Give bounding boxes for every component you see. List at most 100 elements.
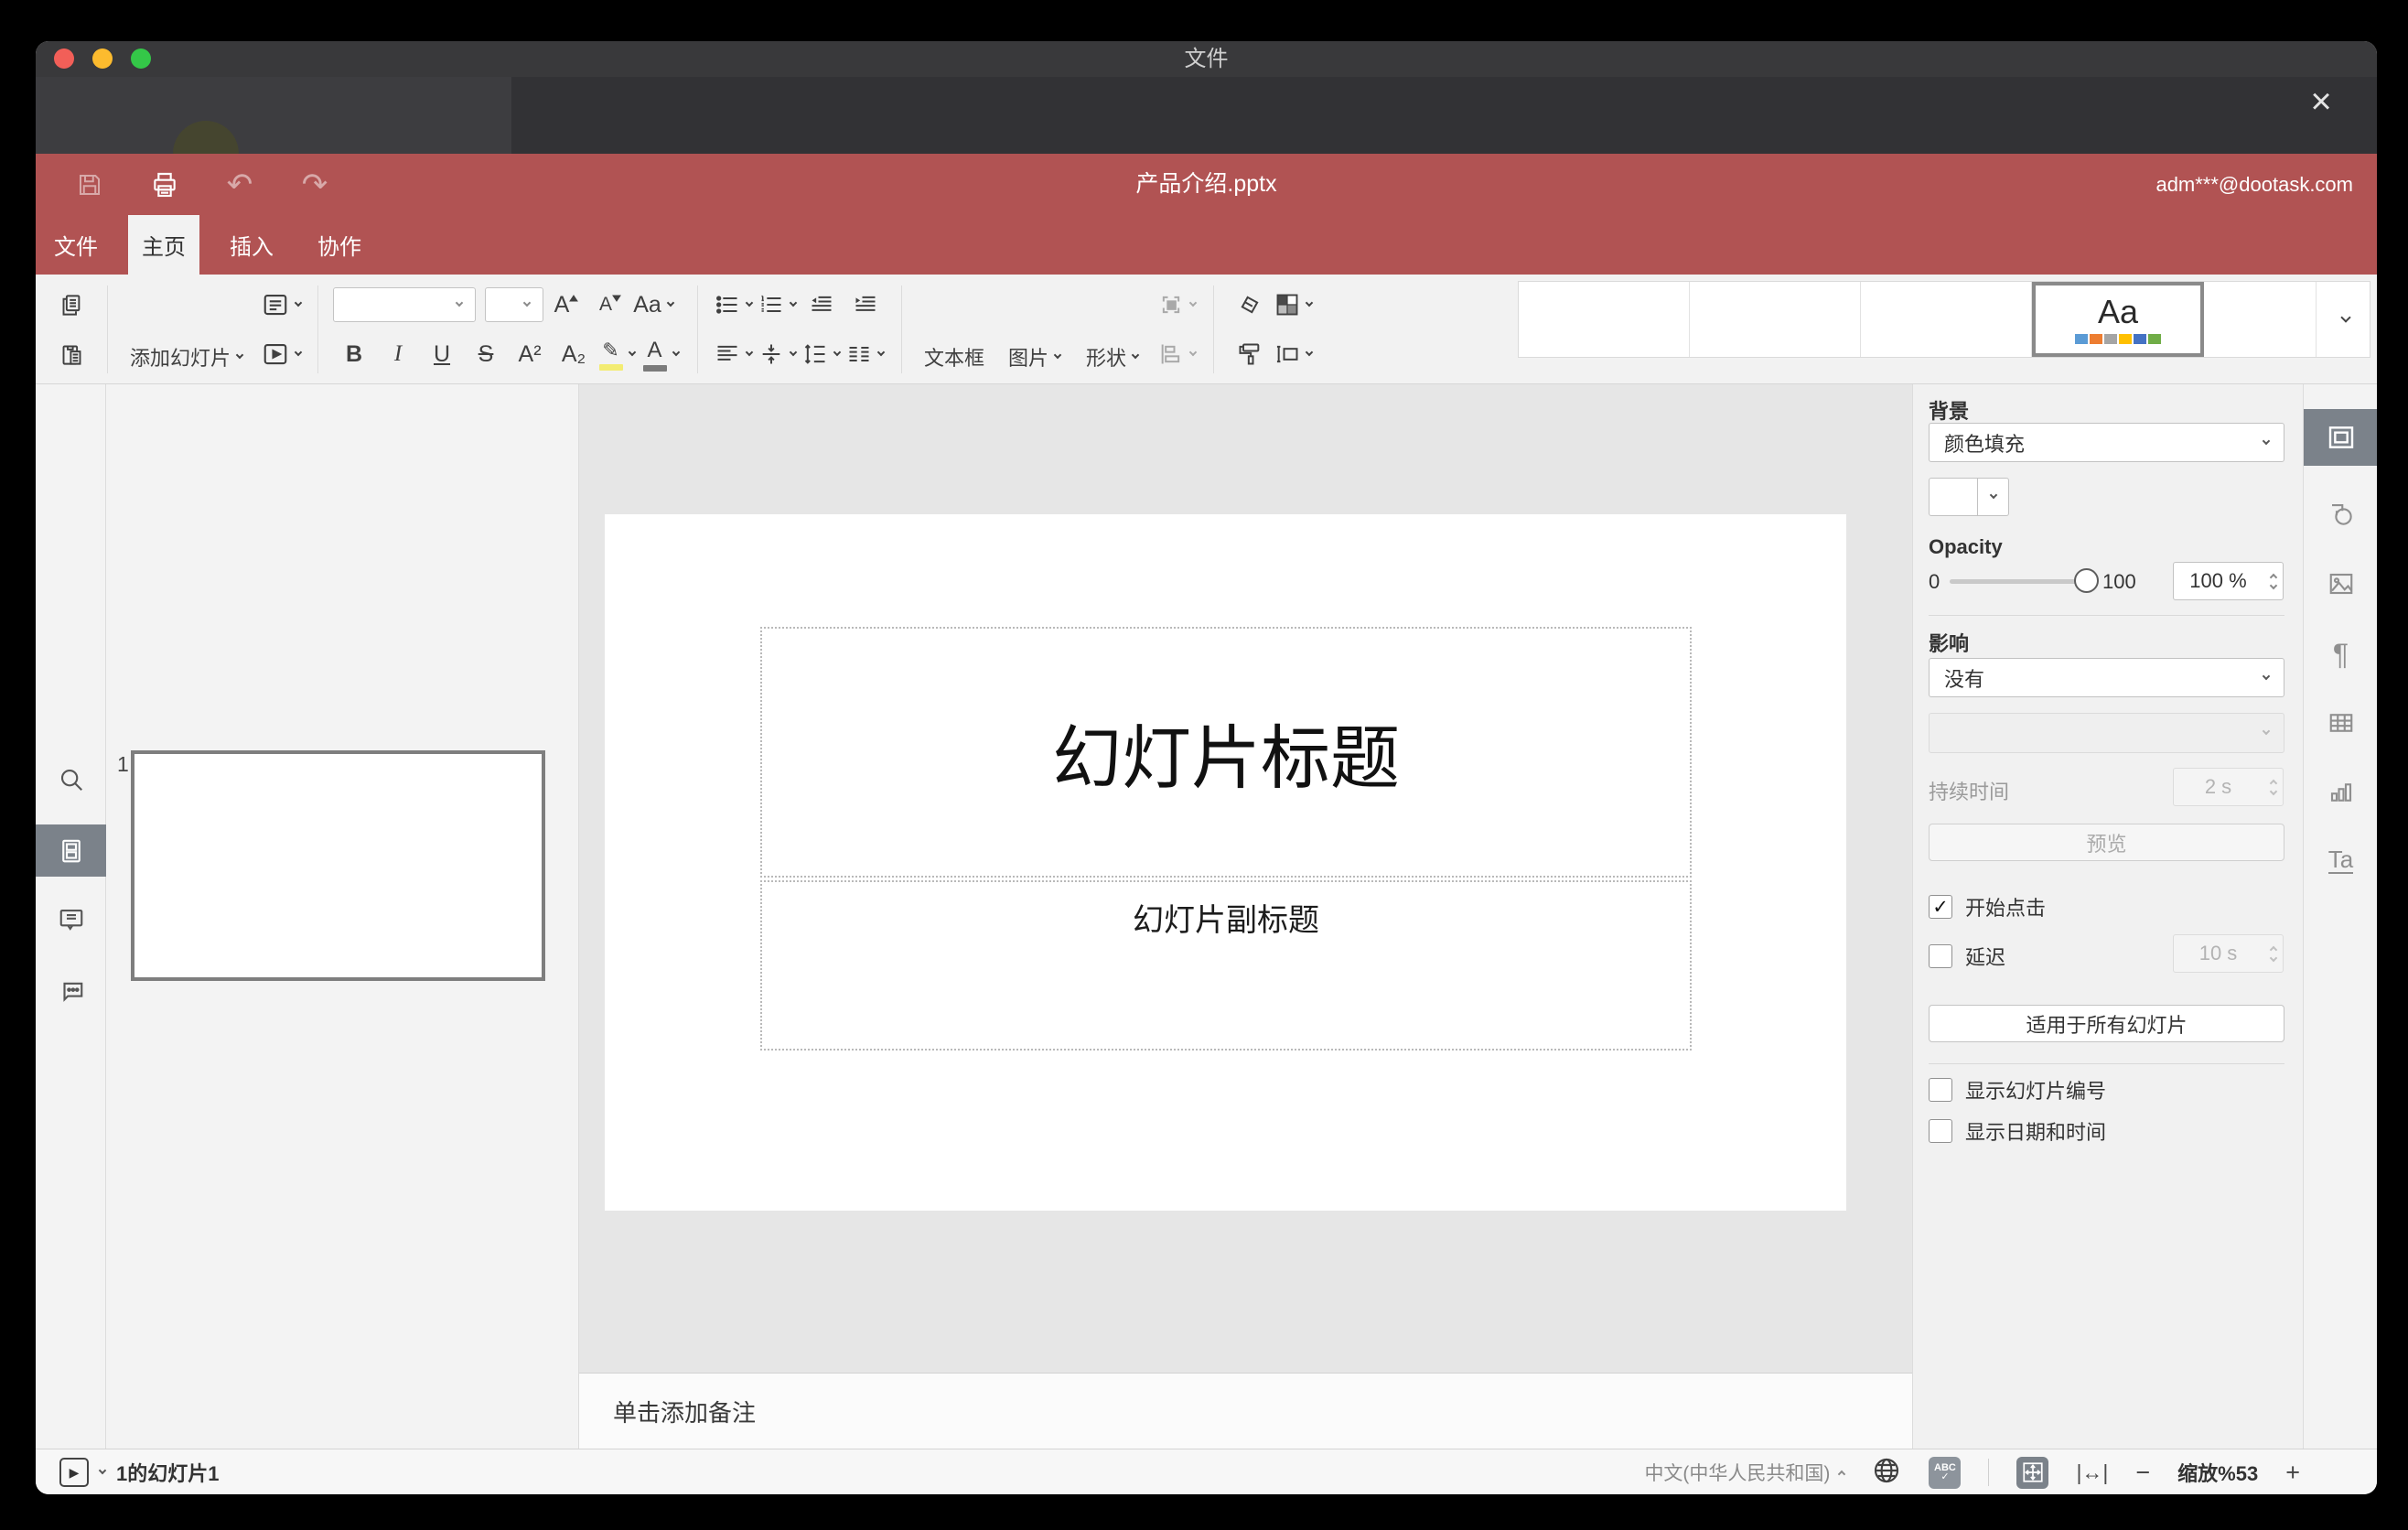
delay-checkbox[interactable]	[1929, 944, 1952, 968]
effect-select[interactable]: 没有	[1929, 658, 2284, 697]
slides-panel-icon[interactable]	[36, 824, 106, 877]
zoom-in-button[interactable]: +	[2285, 1460, 2300, 1485]
opacity-slider-knob[interactable]	[2074, 568, 2099, 593]
theme-gallery-expand-button[interactable]	[2317, 282, 2370, 357]
textbox-button[interactable]: 文本框	[917, 280, 992, 379]
chevron-down-icon	[1978, 478, 2009, 516]
language-selector[interactable]: 中文(中华人民共和国)	[1644, 1459, 1846, 1486]
change-case-button[interactable]: Aa	[633, 284, 675, 326]
background-color-picker[interactable]	[1929, 478, 2009, 516]
close-icon[interactable]: ×	[2301, 81, 2341, 122]
subtitle-placeholder[interactable]: 幻灯片副标题	[760, 880, 1692, 1051]
horizontal-align-button[interactable]	[713, 333, 755, 375]
window-substrip	[36, 77, 2377, 154]
opacity-spinner[interactable]: 100 %	[2173, 562, 2284, 600]
start-slideshow-button[interactable]	[261, 333, 303, 375]
copy-style-button[interactable]	[1229, 333, 1271, 375]
apply-to-all-button[interactable]: 适用于所有幻灯片	[1929, 1005, 2284, 1042]
tab-insert[interactable]: 插入	[216, 215, 287, 275]
play-icon: ▶	[69, 1464, 80, 1480]
tab-collaboration[interactable]: 协作	[304, 215, 375, 275]
table-settings-icon[interactable]	[2304, 697, 2377, 749]
subscript-button[interactable]: A₂	[553, 333, 595, 375]
fit-slide-icon[interactable]	[2016, 1456, 2049, 1489]
theme-option[interactable]	[2204, 282, 2317, 357]
decrease-indent-button[interactable]	[801, 284, 843, 326]
screenshot: 文件 × ↶ ↷ 产品介绍.pptx adm***@dootask.com 文件…	[0, 0, 2408, 1530]
start-on-click-label: 开始点击	[1965, 897, 2047, 920]
increase-font-button[interactable]: A	[545, 284, 587, 326]
font-name-select[interactable]	[333, 287, 477, 322]
spinner-arrows-icon[interactable]	[2269, 563, 2278, 599]
delay-label: 延迟	[1965, 946, 2006, 969]
bullet-list-button[interactable]	[713, 284, 755, 326]
chevron-down-icon[interactable]	[98, 1466, 107, 1475]
underline-button[interactable]: U	[421, 333, 463, 375]
superscript-button[interactable]: A²	[509, 333, 551, 375]
duration-label: 持续时间	[1929, 781, 2010, 803]
background-fill-select[interactable]: 颜色填充	[1929, 423, 2284, 462]
slide-title-text: 幻灯片标题	[1052, 720, 1400, 798]
slide-layout-button[interactable]	[261, 284, 303, 326]
shape-settings-icon[interactable]	[2304, 489, 2377, 540]
strikethrough-button[interactable]: S	[465, 333, 507, 375]
chart-settings-icon[interactable]	[2304, 767, 2377, 818]
tab-file[interactable]: 文件	[40, 215, 112, 275]
increase-indent-button[interactable]	[844, 284, 887, 326]
add-slide-button[interactable]: 添加幻灯片	[123, 280, 252, 379]
slide-settings-icon[interactable]	[2304, 409, 2377, 466]
theme-option-selected[interactable]: Aa	[2032, 282, 2204, 357]
title-placeholder[interactable]: 幻灯片标题	[760, 627, 1692, 878]
zoom-out-button[interactable]: −	[2135, 1460, 2150, 1485]
clear-style-button[interactable]	[1229, 284, 1271, 326]
italic-button[interactable]: I	[377, 333, 419, 375]
tab-home[interactable]: 主页	[128, 215, 199, 275]
image-settings-icon[interactable]	[2304, 558, 2377, 609]
opacity-label: Opacity	[1929, 535, 2003, 558]
theme-option[interactable]	[1861, 282, 2032, 357]
decrease-font-button[interactable]: A	[589, 284, 631, 326]
notes-area[interactable]: 单击添加备注	[579, 1373, 1912, 1449]
align-objects-button[interactable]	[1156, 333, 1199, 375]
arrange-objects-button[interactable]	[1156, 284, 1199, 326]
opacity-slider-track[interactable]	[1950, 579, 2087, 584]
theme-option[interactable]	[1690, 282, 1861, 357]
theme-option[interactable]	[1519, 282, 1690, 357]
highlight-color-button[interactable]: ✎	[597, 333, 639, 375]
font-color-button[interactable]: A	[640, 333, 683, 375]
comments-icon[interactable]	[36, 894, 106, 945]
chat-icon[interactable]	[36, 964, 106, 1015]
spellcheck-icon[interactable]: ABC ✓	[1929, 1456, 1962, 1489]
spellcheck-language-icon[interactable]	[1872, 1456, 1901, 1490]
ribbon-tabs: 文件 主页 插入 协作	[40, 215, 375, 275]
numbered-list-button[interactable]	[757, 284, 799, 326]
toolbar: 添加幻灯片 A A Aa B I U S A² A₂ ✎ A 文本框 图片 形状…	[36, 275, 2377, 384]
fit-width-icon[interactable]: |↔|	[2076, 1460, 2108, 1485]
line-spacing-button[interactable]	[801, 333, 843, 375]
paragraph-settings-icon[interactable]: ¶	[2304, 629, 2377, 680]
theme-preview-label: Aa	[2097, 292, 2139, 330]
start-on-click-row: ✓ 开始点击	[1929, 892, 2046, 921]
color-scheme-button[interactable]	[1273, 284, 1315, 326]
copy-button[interactable]	[50, 284, 92, 326]
paste-button[interactable]	[50, 333, 92, 375]
slide-size-button[interactable]	[1273, 333, 1315, 375]
bold-button[interactable]: B	[333, 333, 375, 375]
swatch	[2075, 333, 2088, 344]
swatch	[2119, 333, 2132, 344]
check-icon: ✓	[1932, 896, 1949, 918]
vertical-align-button[interactable]	[757, 333, 799, 375]
insert-shape-button[interactable]: 形状	[1079, 280, 1147, 379]
search-icon[interactable]	[36, 754, 106, 805]
start-slideshow-status-button[interactable]: ▶	[59, 1458, 89, 1487]
slide-thumbnail[interactable]	[131, 750, 545, 981]
start-on-click-checkbox[interactable]: ✓	[1929, 895, 1952, 919]
insert-image-button[interactable]: 图片	[1001, 280, 1070, 379]
textart-settings-icon[interactable]: Ta	[2304, 835, 2377, 886]
columns-button[interactable]	[844, 333, 887, 375]
show-date-time-checkbox[interactable]	[1929, 1119, 1952, 1143]
show-slide-number-checkbox[interactable]	[1929, 1078, 1952, 1102]
opacity-min: 0	[1929, 570, 1940, 593]
slide-canvas[interactable]: 幻灯片标题 幻灯片副标题	[605, 514, 1846, 1211]
font-size-select[interactable]	[485, 287, 544, 322]
